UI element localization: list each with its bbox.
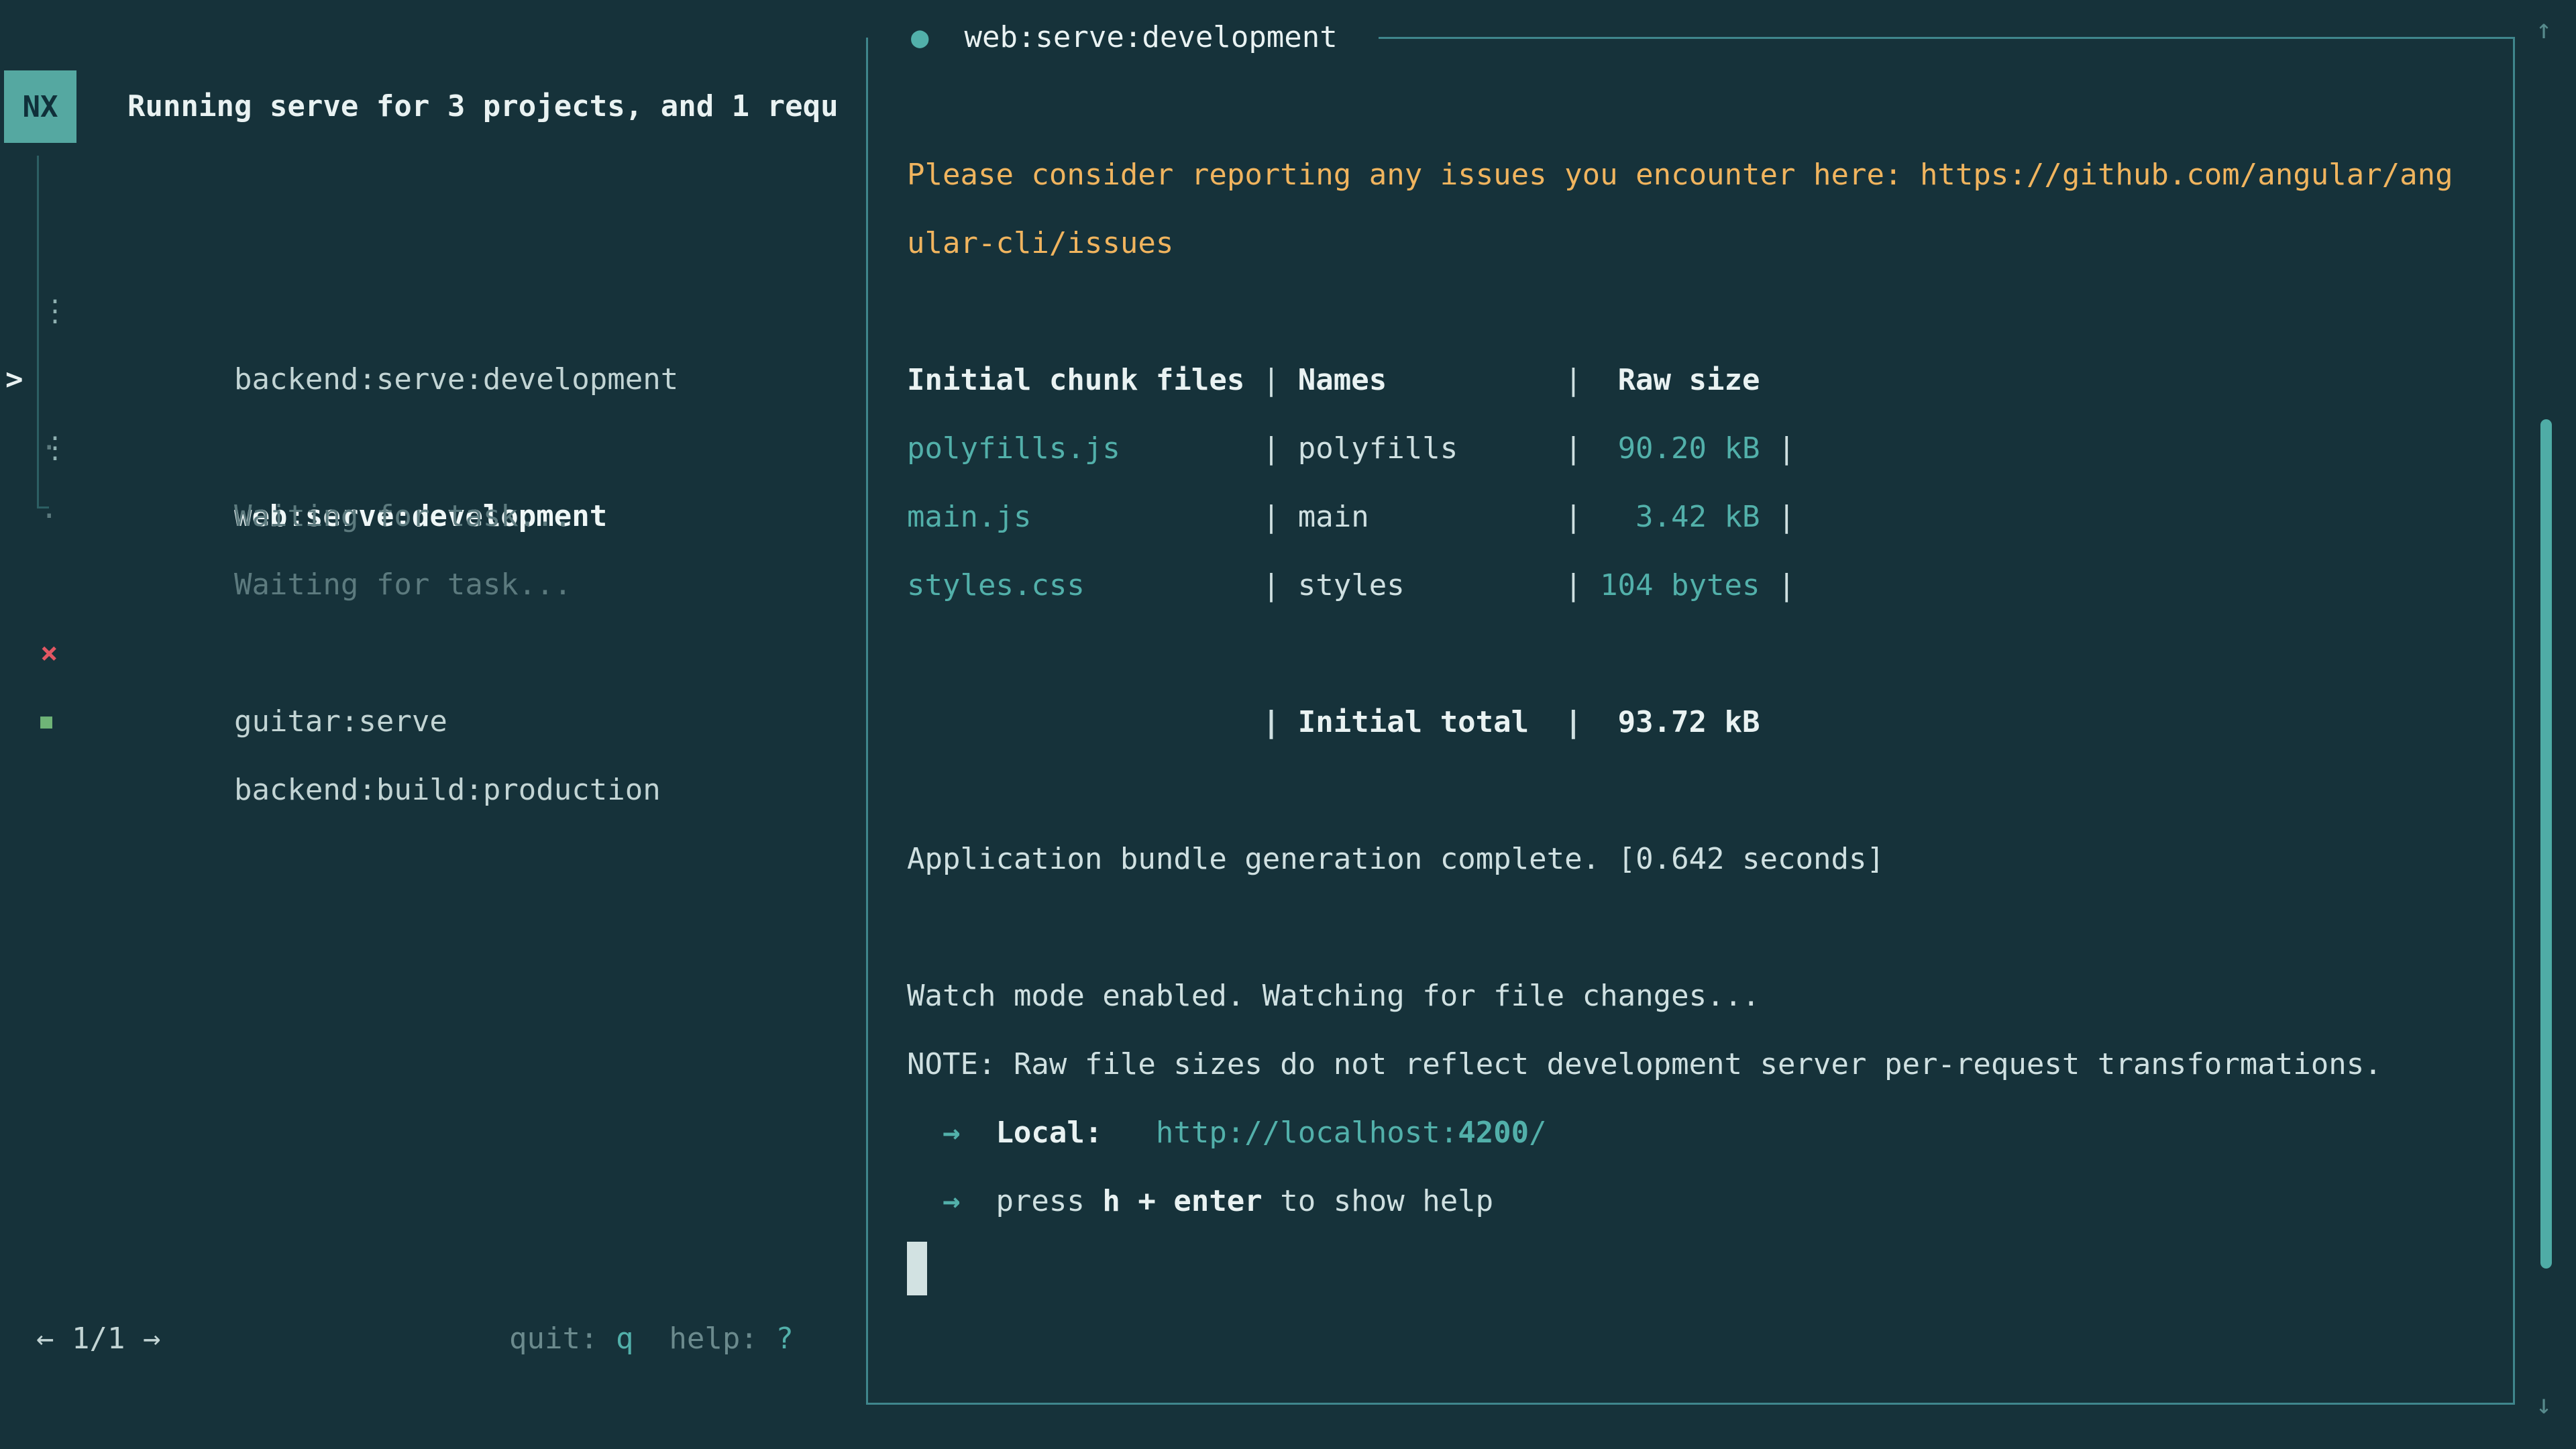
task-item-guitar-serve[interactable]: × guitar:serve [0,551,865,619]
blank-line [907,278,2490,346]
task-item-backend-serve[interactable]: ⋮ backend:serve:development [0,209,865,277]
pipe: | [1547,688,1582,757]
chunk-table-total-row: |Initial total|93.72 kB [907,688,2490,757]
cursor-line [907,1236,2490,1304]
total-size: 93.72 kB [1582,688,1760,757]
url-prefix: http://localhost: [1156,1116,1458,1150]
running-bullet-icon: ● [911,20,929,54]
bundle-complete-message: Application bundle generation complete. … [907,825,2490,894]
terminal-cursor [907,1242,927,1295]
task-item-web-serve[interactable]: > ⋮ web:serve:development [0,277,865,345]
blank-line [907,620,2490,688]
pipe: | [1263,688,1298,757]
task-item-backend-build[interactable]: ■ backend:build:production [0,619,865,688]
sidebar-title: Running serve for 3 projects, and 1 requ [127,70,862,143]
header-names: Names [1298,346,1547,415]
issue-notice-line-1: Please consider reporting any issues you… [907,141,2490,209]
help-key: ? [775,1322,794,1356]
pipe: | [1760,483,1795,551]
local-url[interactable]: http://localhost:4200/ [1156,1116,1547,1150]
help-rest: to show help [1280,1184,1493,1218]
task-item-waiting-1[interactable]: · Waiting for task... [0,345,865,414]
pipe: | [1263,551,1298,620]
watch-mode-message: Watch mode enabled. Watching for file ch… [907,962,2490,1030]
task-label: Waiting for task... [234,499,572,533]
pipe: | [1760,415,1795,483]
panel-title: web:serve:development [964,20,1337,54]
arrow-icon: → [943,1116,961,1150]
chunk-file: styles.css [907,551,1263,620]
pipe: | [1547,415,1582,483]
url-suffix: / [1529,1116,1547,1150]
chunk-table-row: polyfills.js|polyfills|90.20 kB| [907,415,2490,483]
chunk-size: 90.20 kB [1582,415,1760,483]
panel-title-row: ● web:serve:development [911,3,1338,72]
scrollbar-thumb[interactable] [2540,419,2552,1269]
pager: ← 1/1 → [36,1305,160,1373]
running-task-list: ⋮ backend:serve:development > ⋮ web:serv… [0,209,865,482]
chunk-size: 104 bytes [1582,551,1760,620]
pager-next-icon[interactable]: → [143,1322,161,1356]
panel-output: Please consider reporting any issues you… [907,141,2490,1304]
issue-notice-line-2: ular-cli/issues [907,209,2490,278]
local-label: Local: [996,1116,1102,1150]
blank-line [907,894,2490,962]
chunk-file: polyfills.js [907,415,1263,483]
success-square-icon: ■ [40,688,52,756]
panel-top-border [1379,37,2515,39]
chunk-name: polyfills [1298,415,1547,483]
pager-prev-icon[interactable]: ← [36,1322,54,1356]
blank-line [907,757,2490,825]
pipe: | [1263,483,1298,551]
chunk-name: styles [1298,551,1547,620]
pipe: | [1263,346,1298,415]
header-files: Initial chunk files [907,346,1263,415]
chunk-table-row: main.js|main|3.42 kB| [907,483,2490,551]
pipe: | [1547,551,1582,620]
help-hint-line: → press h + enter to show help [907,1167,2490,1236]
task-list-sidebar: NX Running serve for 3 projects, and 1 r… [0,0,865,1449]
chunk-file: main.js [907,483,1263,551]
header-raw-size: Raw size [1582,346,1760,415]
press-label: press [996,1184,1084,1218]
task-label: backend:build:production [234,773,661,807]
note-message: NOTE: Raw file sizes do not reflect deve… [907,1030,2490,1099]
task-item-waiting-2[interactable]: · Waiting for task... [0,414,865,482]
chunk-table-row: styles.css|styles|104 bytes| [907,551,2490,620]
nx-logo: NX [4,70,76,143]
pipe: | [1263,415,1298,483]
local-url-line: → Local: http://localhost:4200/ [907,1099,2490,1167]
arrow-icon: → [943,1184,961,1218]
pager-page-indicator: 1/1 [72,1322,125,1356]
chunk-table-header: Initial chunk files|Names|Raw size [907,346,2490,415]
pipe: | [1547,346,1582,415]
quit-hint-label: quit: [509,1322,598,1356]
quit-key: q [616,1322,634,1356]
footer-hints: quit: q help: ? [509,1305,794,1373]
waiting-dot-icon: · [40,482,58,551]
pipe: | [1547,483,1582,551]
help-keys: h + enter [1102,1184,1262,1218]
task-label: guitar:serve [234,704,447,739]
finished-task-list: × guitar:serve ■ backend:build:productio… [0,551,865,688]
chunk-name: main [1298,483,1547,551]
url-port: 4200 [1458,1116,1529,1150]
scroll-down-icon[interactable]: ↓ [2536,1371,2552,1439]
pipe: | [1760,551,1795,620]
total-label: Initial total [1298,688,1547,757]
scroll-up-icon[interactable]: ↑ [2536,0,2552,64]
help-hint-label: help: [669,1322,757,1356]
chunk-size: 3.42 kB [1582,483,1760,551]
